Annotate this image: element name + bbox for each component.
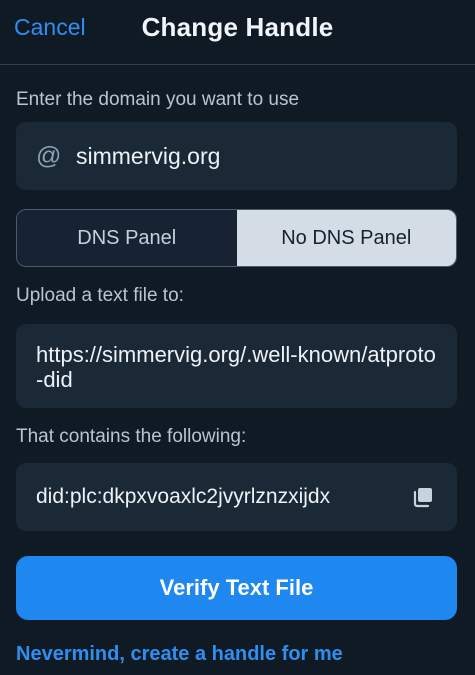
contents-label: That contains the following: [16, 426, 247, 447]
tab-dns-panel[interactable]: DNS Panel [17, 210, 237, 266]
domain-label: Enter the domain you want to use [16, 89, 300, 110]
verify-text-file-button[interactable]: Verify Text File [16, 556, 457, 620]
copy-icon[interactable] [411, 485, 435, 509]
at-symbol-icon: @ [36, 142, 62, 170]
did-value-box: did:plc:dkpxvoaxlc2jvyrlznzxijdx [16, 463, 457, 531]
page-title: Change Handle [141, 12, 334, 42]
upload-label: Upload a text file to: [16, 285, 184, 306]
tab-no-dns-panel[interactable]: No DNS Panel [236, 210, 456, 266]
upload-url-text: https://simmervig.org/.well-known/atprot… [36, 342, 436, 392]
domain-input[interactable] [76, 143, 436, 170]
nevermind-link[interactable]: Nevermind, create a handle for me [16, 643, 343, 666]
header-bar: Cancel Change Handle [0, 0, 475, 65]
upload-url-box: https://simmervig.org/.well-known/atprot… [16, 324, 457, 408]
dns-panel-toggle: DNS Panel No DNS Panel [16, 209, 457, 267]
domain-input-container[interactable]: @ [16, 122, 457, 190]
did-value-text: did:plc:dkpxvoaxlc2jvyrlznzxijdx [36, 485, 331, 508]
